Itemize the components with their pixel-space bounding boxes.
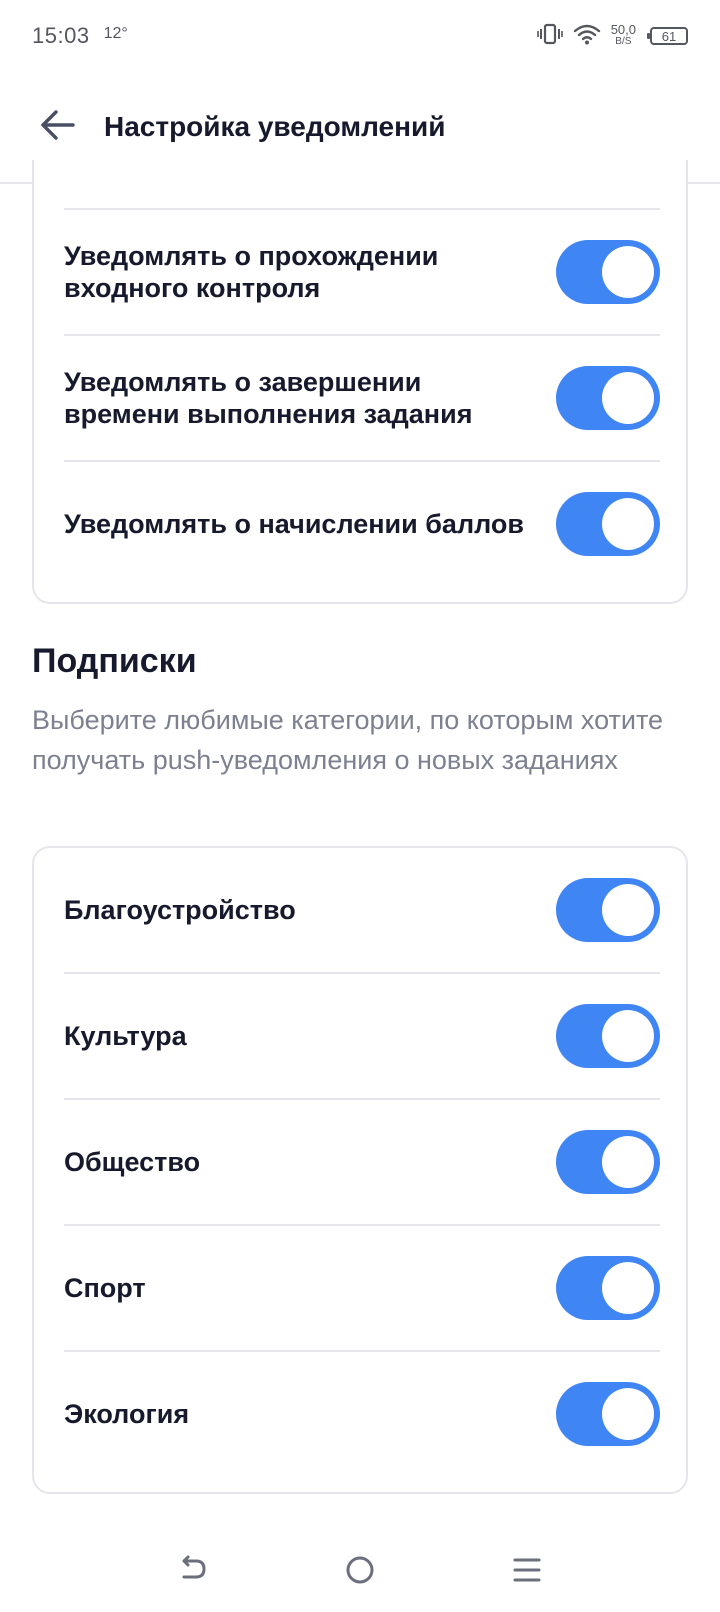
- status-temperature: 12°: [103, 25, 128, 42]
- toggle-knob: [602, 246, 654, 298]
- toggle-knob: [602, 1262, 654, 1314]
- subscriptions-card: Благоустройство Культура Общество Спорт …: [32, 846, 688, 1494]
- notification-label: Уведомлять о завершении времени выполнен…: [64, 367, 473, 429]
- notification-row-task-deadline: Уведомлять о завершении времени выполнен…: [64, 366, 660, 430]
- divider: [64, 1224, 660, 1226]
- notification-row-entry-control: Уведомлять о прохождении входного контро…: [64, 240, 660, 304]
- subscription-row-culture: Культура: [64, 1004, 660, 1068]
- net-speed-value: 50,0: [610, 22, 636, 37]
- system-nav-bar: [0, 1532, 720, 1612]
- back-button[interactable]: [34, 103, 82, 151]
- vibrate-icon: [536, 23, 563, 50]
- status-bar: 15:03 12° 50,0 B/S 61: [0, 0, 720, 72]
- wifi-icon: [573, 23, 601, 50]
- status-right: 50,0 B/S 61: [536, 22, 688, 50]
- divider: [64, 1350, 660, 1352]
- subscription-row-ecology: Экология: [64, 1382, 660, 1446]
- status-time: 15:03: [32, 23, 90, 48]
- subscription-row-improvement: Благоустройство: [64, 878, 660, 942]
- toggle-knob: [602, 1388, 654, 1440]
- divider: [64, 460, 660, 462]
- nav-menu-icon: [512, 1555, 542, 1590]
- notification-toggle-entry-control[interactable]: [556, 240, 660, 304]
- notification-toggle-points[interactable]: [556, 492, 660, 556]
- subscriptions-description: Выберите любимые категории, по которым х…: [32, 705, 664, 775]
- toggle-knob: [602, 498, 654, 550]
- status-left: 15:03 12°: [32, 23, 128, 49]
- toggle-knob: [602, 884, 654, 936]
- subscription-toggle-ecology[interactable]: [556, 1382, 660, 1446]
- divider: [64, 334, 660, 336]
- subscription-row-society: Общество: [64, 1130, 660, 1194]
- subscription-label: Экология: [64, 1399, 190, 1429]
- divider: [64, 1098, 660, 1100]
- subscription-row-sport: Спорт: [64, 1256, 660, 1320]
- notification-label: Уведомлять о прохождении входного контро…: [64, 241, 439, 303]
- arrow-left-icon: [40, 109, 76, 145]
- subscription-label: Благоустройство: [64, 895, 296, 925]
- subscription-label: Общество: [64, 1147, 201, 1177]
- page-title: Настройка уведомлений: [104, 111, 446, 142]
- divider: [64, 972, 660, 974]
- toggle-knob: [602, 1136, 654, 1188]
- notification-row-points: Уведомлять о начислении баллов: [64, 492, 660, 556]
- notification-toggle-task-deadline[interactable]: [556, 366, 660, 430]
- notifications-card: Уведомлять о прохождении входного контро…: [32, 160, 688, 604]
- subscription-label: Спорт: [64, 1273, 146, 1303]
- subscription-toggle-culture[interactable]: [556, 1004, 660, 1068]
- subscription-toggle-improvement[interactable]: [556, 878, 660, 942]
- nav-back-button[interactable]: [169, 1548, 217, 1596]
- nav-menu-button[interactable]: [503, 1548, 551, 1596]
- toggle-knob: [602, 1010, 654, 1062]
- divider: [64, 208, 660, 210]
- battery-level: 61: [661, 28, 677, 44]
- nav-back-icon: [178, 1555, 208, 1590]
- notification-label: Уведомлять о начислении баллов: [64, 509, 524, 539]
- subscriptions-title: Подписки: [32, 642, 197, 680]
- net-speed-unit: B/S: [615, 36, 632, 47]
- nav-home-button[interactable]: [336, 1548, 384, 1596]
- nav-home-icon: [345, 1555, 375, 1590]
- subscription-label: Культура: [64, 1021, 187, 1051]
- subscription-toggle-sport[interactable]: [556, 1256, 660, 1320]
- toggle-knob: [602, 372, 654, 424]
- net-speed: 50,0 B/S: [610, 22, 636, 48]
- battery-icon: 61: [647, 27, 688, 45]
- subscription-toggle-society[interactable]: [556, 1130, 660, 1194]
